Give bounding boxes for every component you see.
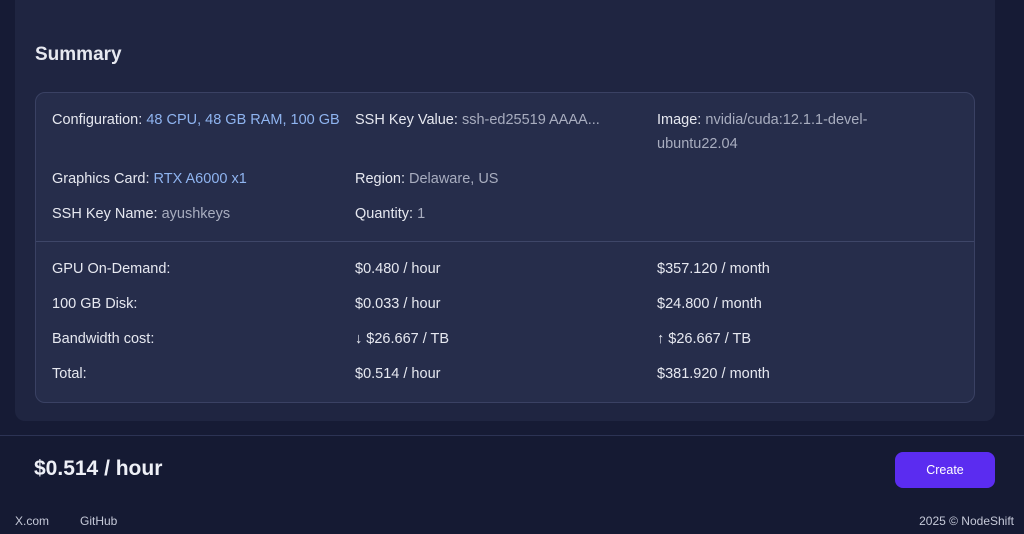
region-field: Region: Delaware, US — [355, 167, 498, 191]
cost-total-hourly: $0.514 / hour — [355, 366, 441, 382]
cost-bandwidth-download: ↓ $26.667 / TB — [355, 331, 450, 347]
cost-gpu-label: GPU On-Demand: — [52, 261, 171, 277]
cost-disk-hourly: $0.033 / hour — [355, 296, 441, 312]
ssh-key-name-label: SSH Key Name: — [52, 206, 158, 222]
quantity-field: Quantity: 1 — [355, 202, 425, 226]
cost-gpu-monthly: $357.120 / month — [657, 261, 770, 277]
ssh-key-name-value: ayushkeys — [161, 206, 231, 222]
footer-bar: $0.514 / hour Create X.com GitHub 2025 ©… — [0, 435, 1024, 534]
summary-box: Configuration: 48 CPU, 48 GB RAM, 100 GB… — [35, 92, 975, 403]
configuration-field: Configuration: 48 CPU, 48 GB RAM, 100 GB — [52, 108, 340, 132]
x-com-link[interactable]: X.com — [15, 514, 49, 528]
cost-total-monthly: $381.920 / month — [657, 366, 770, 382]
create-button[interactable]: Create — [895, 452, 995, 488]
configuration-section: Configuration: 48 CPU, 48 GB RAM, 100 GB… — [36, 93, 974, 242]
summary-card: Summary Configuration: 48 CPU, 48 GB RAM… — [15, 0, 995, 421]
copyright: 2025 © NodeShift — [919, 514, 1014, 528]
ssh-key-name-field: SSH Key Name: ayushkeys — [52, 202, 230, 226]
cost-disk-label: 100 GB Disk: — [52, 296, 138, 312]
cost-bandwidth-label: Bandwidth cost: — [52, 331, 155, 347]
cost-disk-monthly: $24.800 / month — [657, 296, 762, 312]
ssh-key-value-field: SSH Key Value: ssh-ed25519 AAAA... — [355, 108, 600, 132]
cost-gpu-hourly: $0.480 / hour — [355, 261, 441, 277]
quantity-label: Quantity: — [355, 206, 414, 222]
summary-divider — [36, 241, 974, 242]
cost-total-label: Total: — [52, 366, 87, 382]
total-price: $0.514 / hour — [34, 457, 163, 480]
graphics-card-field: Graphics Card: RTX A6000 x1 — [52, 167, 247, 191]
cost-bandwidth-upload: ↑ $26.667 / TB — [657, 331, 752, 347]
image-label: Image: — [657, 112, 702, 128]
configuration-value: 48 CPU, 48 GB RAM, 100 GB — [146, 112, 340, 128]
region-value: Delaware, US — [409, 171, 499, 187]
ssh-key-value-value: ssh-ed25519 AAAA... — [461, 112, 600, 128]
summary-title: Summary — [35, 44, 122, 65]
image-field: Image: nvidia/cuda:12.1.1-devel-ubuntu22… — [657, 108, 927, 156]
github-link[interactable]: GitHub — [80, 514, 117, 528]
graphics-card-label: Graphics Card: — [52, 171, 150, 187]
ssh-key-value-label: SSH Key Value: — [355, 112, 458, 128]
region-label: Region: — [355, 171, 405, 187]
configuration-label: Configuration: — [52, 112, 143, 128]
quantity-value: 1 — [417, 206, 426, 222]
graphics-card-value: RTX A6000 x1 — [153, 171, 247, 187]
